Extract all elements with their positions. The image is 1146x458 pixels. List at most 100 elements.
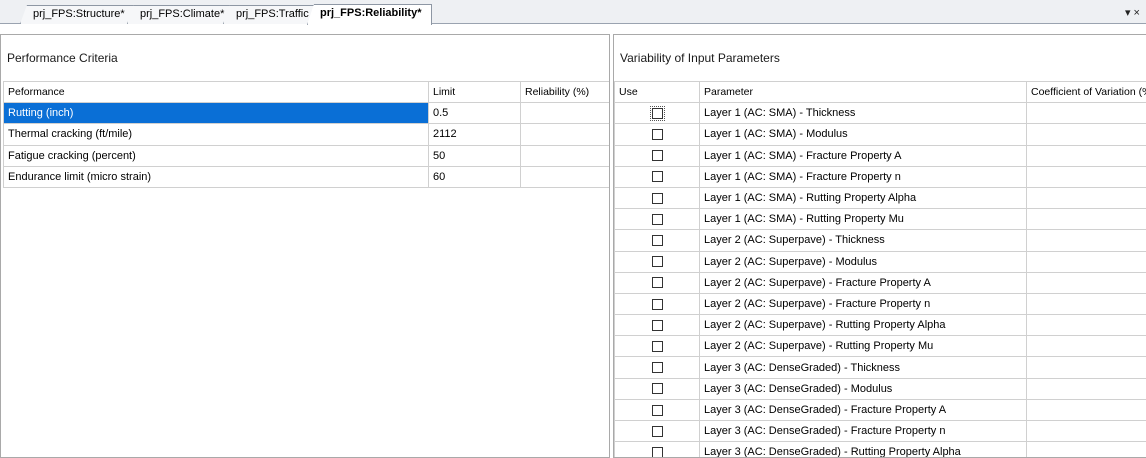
cov-cell[interactable]	[1026, 398, 1146, 422]
table-row[interactable]: Layer 3 (AC: DenseGraded) - Fracture Pro…	[614, 398, 1146, 422]
column-header-parameter[interactable]: Parameter	[699, 80, 1027, 104]
parameter-cell[interactable]: Layer 1 (AC: SMA) - Fracture Property A	[699, 144, 1027, 167]
tab-reliability[interactable]: prj_FPS:Reliability*	[307, 4, 433, 25]
use-checkbox[interactable]	[651, 340, 663, 352]
limit-cell[interactable]: 50	[428, 144, 521, 167]
table-row[interactable]: Layer 3 (AC: DenseGraded) - Rutting Prop…	[614, 441, 1146, 457]
use-checkbox[interactable]	[651, 383, 663, 395]
parameter-cell[interactable]: Layer 1 (AC: SMA) - Rutting Property Mu	[699, 208, 1027, 231]
use-checkbox[interactable]	[651, 319, 663, 331]
table-row[interactable]: Layer 3 (AC: DenseGraded) - Modulus	[614, 377, 1146, 400]
parameter-cell[interactable]: Layer 3 (AC: DenseGraded) - Fracture Pro…	[699, 419, 1027, 443]
table-row[interactable]: Rutting (inch) 0.5	[3, 102, 609, 125]
table-row[interactable]: Layer 2 (AC: Superpave) - Rutting Proper…	[614, 314, 1146, 337]
reliability-cell[interactable]	[520, 165, 609, 188]
cov-cell[interactable]	[1026, 165, 1146, 188]
tab-traffic[interactable]: prj_FPS:Traffic	[223, 5, 320, 24]
parameter-cell[interactable]: Layer 2 (AC: Superpave) - Fracture Prope…	[699, 271, 1027, 294]
reliability-cell[interactable]	[520, 102, 609, 125]
parameter-cell[interactable]: Layer 2 (AC: Superpave) - Rutting Proper…	[699, 314, 1027, 337]
cov-cell[interactable]	[1026, 292, 1146, 316]
use-cell	[614, 250, 700, 273]
cov-cell[interactable]	[1026, 102, 1146, 125]
parameter-cell[interactable]: Layer 1 (AC: SMA) - Fracture Property n	[699, 165, 1027, 188]
reliability-cell[interactable]	[520, 123, 609, 146]
performance-name-cell[interactable]: Rutting (inch)	[3, 102, 429, 125]
table-row[interactable]: Layer 1 (AC: SMA) - Fracture Property A	[614, 144, 1146, 167]
use-checkbox[interactable]	[649, 105, 665, 121]
cov-cell[interactable]	[1026, 186, 1146, 210]
column-header-cov[interactable]: Coefficient of Variation (%)	[1026, 80, 1146, 104]
table-row[interactable]: Layer 2 (AC: Superpave) - Fracture Prope…	[614, 271, 1146, 294]
table-row[interactable]: Layer 3 (AC: DenseGraded) - Thickness	[614, 356, 1146, 379]
use-checkbox[interactable]	[651, 298, 663, 310]
cov-cell[interactable]	[1026, 208, 1146, 231]
cov-cell[interactable]	[1026, 377, 1146, 400]
table-row[interactable]: Fatigue cracking (percent) 50	[3, 144, 609, 167]
use-checkbox[interactable]	[651, 192, 663, 204]
use-checkbox[interactable]	[651, 256, 663, 268]
cov-cell[interactable]	[1026, 335, 1146, 358]
table-row[interactable]: Layer 2 (AC: Superpave) - Rutting Proper…	[614, 335, 1146, 358]
limit-cell[interactable]: 0.5	[428, 102, 521, 125]
performance-name-cell[interactable]: Thermal cracking (ft/mile)	[3, 123, 429, 146]
parameter-cell[interactable]: Layer 3 (AC: DenseGraded) - Rutting Prop…	[699, 441, 1027, 457]
use-checkbox[interactable]	[651, 446, 663, 457]
cov-cell[interactable]	[1026, 144, 1146, 167]
table-row[interactable]: Layer 1 (AC: SMA) - Modulus	[614, 123, 1146, 146]
parameter-cell[interactable]: Layer 3 (AC: DenseGraded) - Thickness	[699, 356, 1027, 379]
table-row[interactable]: Layer 2 (AC: Superpave) - Thickness	[614, 229, 1146, 252]
table-row[interactable]: Layer 2 (AC: Superpave) - Fracture Prope…	[614, 292, 1146, 316]
use-cell	[614, 377, 700, 400]
table-row[interactable]: Thermal cracking (ft/mile) 2112	[3, 123, 609, 146]
performance-name-cell[interactable]: Endurance limit (micro strain)	[3, 165, 429, 188]
column-header-reliability[interactable]: Reliability (%)	[520, 80, 609, 104]
table-row[interactable]: Layer 2 (AC: Superpave) - Modulus	[614, 250, 1146, 273]
parameter-cell[interactable]: Layer 2 (AC: Superpave) - Fracture Prope…	[699, 292, 1027, 316]
use-checkbox[interactable]	[651, 150, 663, 162]
tab-structure[interactable]: prj_FPS:Structure*	[20, 5, 136, 24]
tab-controls[interactable]: ▾ ×	[1125, 6, 1140, 19]
cov-cell[interactable]	[1026, 356, 1146, 379]
column-header-use[interactable]: Use	[614, 80, 700, 104]
column-header-performance[interactable]: Peformance	[3, 80, 429, 104]
use-checkbox[interactable]	[651, 362, 663, 374]
reliability-cell[interactable]	[520, 144, 609, 167]
cov-cell[interactable]	[1026, 229, 1146, 252]
use-checkbox[interactable]	[651, 213, 663, 225]
use-cell	[614, 186, 700, 210]
parameter-cell[interactable]: Layer 2 (AC: Superpave) - Modulus	[699, 250, 1027, 273]
use-checkbox[interactable]	[651, 235, 663, 246]
performance-name-cell[interactable]: Fatigue cracking (percent)	[3, 144, 429, 167]
parameter-cell[interactable]: Layer 3 (AC: DenseGraded) - Fracture Pro…	[699, 398, 1027, 422]
cov-cell[interactable]	[1026, 271, 1146, 294]
cov-cell[interactable]	[1026, 123, 1146, 146]
parameter-cell[interactable]: Layer 2 (AC: Superpave) - Thickness	[699, 229, 1027, 252]
table-row[interactable]: Layer 1 (AC: SMA) - Thickness	[614, 102, 1146, 125]
parameter-cell[interactable]: Layer 3 (AC: DenseGraded) - Modulus	[699, 377, 1027, 400]
use-checkbox[interactable]	[651, 277, 663, 289]
cov-cell[interactable]	[1026, 314, 1146, 337]
limit-cell[interactable]: 60	[428, 165, 521, 188]
parameter-cell[interactable]: Layer 1 (AC: SMA) - Thickness	[699, 102, 1027, 125]
use-checkbox[interactable]	[651, 404, 663, 416]
table-row[interactable]: Endurance limit (micro strain) 60	[3, 165, 609, 188]
table-row[interactable]: Layer 1 (AC: SMA) - Rutting Property Alp…	[614, 186, 1146, 210]
cov-cell[interactable]	[1026, 250, 1146, 273]
column-header-limit[interactable]: Limit	[428, 80, 521, 104]
parameter-cell[interactable]: Layer 1 (AC: SMA) - Modulus	[699, 123, 1027, 146]
table-row[interactable]: Layer 3 (AC: DenseGraded) - Fracture Pro…	[614, 419, 1146, 443]
use-checkbox[interactable]	[651, 129, 663, 141]
use-cell	[614, 123, 700, 146]
use-checkbox[interactable]	[651, 425, 663, 437]
table-row[interactable]: Layer 1 (AC: SMA) - Fracture Property n	[614, 165, 1146, 188]
tab-climate[interactable]: prj_FPS:Climate*	[127, 5, 236, 24]
parameter-cell[interactable]: Layer 2 (AC: Superpave) - Rutting Proper…	[699, 335, 1027, 358]
grid-header-row: Peformance Limit Reliability (%)	[3, 80, 609, 104]
cov-cell[interactable]	[1026, 441, 1146, 457]
parameter-cell[interactable]: Layer 1 (AC: SMA) - Rutting Property Alp…	[699, 186, 1027, 210]
table-row[interactable]: Layer 1 (AC: SMA) - Rutting Property Mu	[614, 208, 1146, 231]
use-checkbox[interactable]	[651, 171, 663, 183]
limit-cell[interactable]: 2112	[428, 123, 521, 146]
cov-cell[interactable]	[1026, 419, 1146, 443]
